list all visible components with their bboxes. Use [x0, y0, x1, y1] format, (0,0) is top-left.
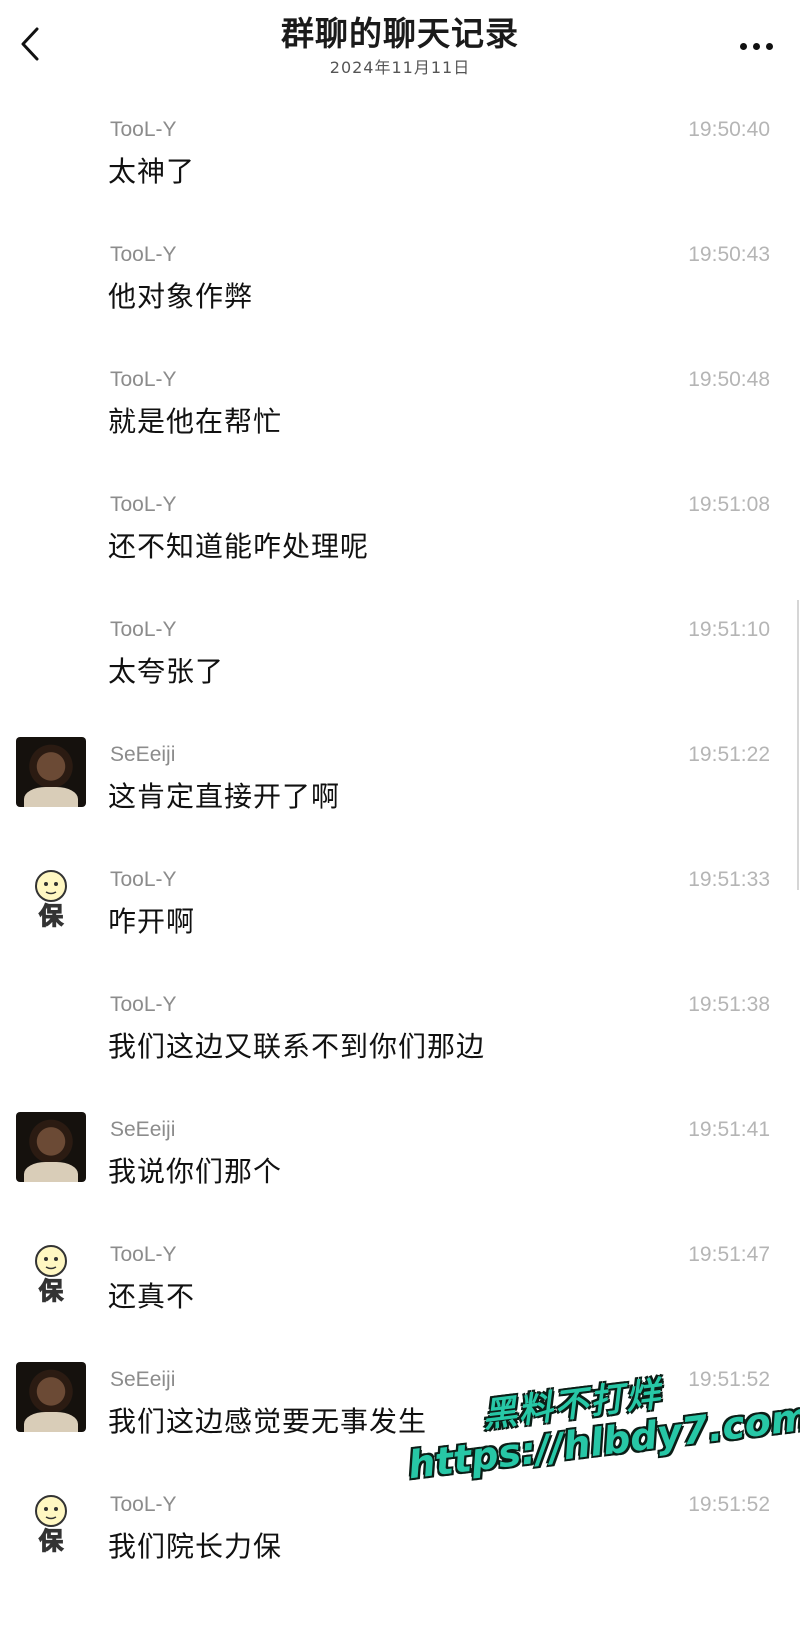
message-item[interactable]: TooL-Y 19:51:10 太夸张了 — [0, 618, 800, 743]
message-sender: TooL-Y — [110, 1243, 177, 1266]
message-text: 我们院长力保 — [108, 1530, 283, 1563]
message-item[interactable]: SeEeiji 19:51:22 这肯定直接开了啊 — [0, 737, 800, 868]
message-item[interactable]: 保 TooL-Y 19:51:47 还真不 — [0, 1243, 800, 1368]
avatar[interactable]: 保 — [16, 862, 86, 932]
message-sender: SeEeiji — [110, 1368, 176, 1391]
message-sender: SeEeiji — [110, 1118, 176, 1141]
more-dots-icon — [737, 35, 776, 54]
avatar[interactable]: 保 — [16, 1237, 86, 1307]
sticker-avatar-icon: 保 — [35, 870, 67, 931]
more-button[interactable] — [734, 26, 778, 62]
message-item[interactable]: TooL-Y 19:51:08 还不知道能咋处理呢 — [0, 493, 800, 618]
message-text: 我说你们那个 — [108, 1155, 283, 1188]
avatar[interactable] — [16, 1112, 86, 1182]
message-time: 19:50:43 — [688, 243, 770, 266]
avatar[interactable] — [16, 737, 86, 807]
message-time: 19:51:08 — [688, 493, 770, 516]
message-sender: TooL-Y — [110, 368, 177, 391]
message-text: 太夸张了 — [108, 655, 225, 688]
message-time: 19:50:48 — [688, 368, 770, 391]
sticker-avatar-icon: 保 — [35, 1245, 67, 1306]
message-sender: SeEeiji — [110, 743, 176, 766]
svg-text:保: 保 — [38, 1527, 64, 1555]
message-item[interactable]: TooL-Y 19:50:40 太神了 — [0, 118, 800, 243]
message-time: 19:51:47 — [688, 1243, 770, 1266]
message-text: 就是他在帮忙 — [108, 405, 283, 438]
message-time: 19:51:10 — [688, 618, 770, 641]
message-sender: TooL-Y — [110, 118, 177, 141]
avatar[interactable] — [16, 1362, 86, 1432]
message-item[interactable]: TooL-Y 19:50:43 他对象作弊 — [0, 243, 800, 368]
message-text: 咋开啊 — [108, 905, 196, 938]
message-item[interactable]: SeEeiji 19:51:41 我说你们那个 — [0, 1112, 800, 1243]
message-time: 19:51:33 — [688, 868, 770, 891]
message-text: 还不知道能咋处理呢 — [108, 530, 370, 563]
message-sender: TooL-Y — [110, 493, 177, 516]
message-time: 19:51:38 — [688, 993, 770, 1016]
page-title: 群聊的聊天记录 — [281, 14, 519, 53]
message-item[interactable]: 保 TooL-Y 19:51:52 我们院长力保 — [0, 1493, 800, 1618]
message-text: 这肯定直接开了啊 — [108, 780, 341, 813]
svg-text:保: 保 — [38, 902, 64, 930]
message-item[interactable]: TooL-Y 19:51:38 我们这边又联系不到你们那边 — [0, 993, 800, 1118]
sticker-avatar-icon: 保 — [35, 1495, 67, 1556]
message-time: 19:51:52 — [688, 1493, 770, 1516]
message-item[interactable]: TooL-Y 19:50:48 就是他在帮忙 — [0, 368, 800, 493]
message-text: 我们这边又联系不到你们那边 — [108, 1030, 486, 1063]
message-text: 还真不 — [108, 1280, 196, 1313]
message-sender: TooL-Y — [110, 618, 177, 641]
page-date: 2024年11月11日 — [329, 58, 471, 77]
message-text: 他对象作弊 — [108, 280, 254, 313]
svg-text:保: 保 — [38, 1277, 64, 1305]
message-text: 我们这边感觉要无事发生 — [108, 1405, 428, 1438]
message-text: 太神了 — [108, 155, 196, 188]
message-time: 19:51:41 — [688, 1118, 770, 1141]
message-sender: TooL-Y — [110, 868, 177, 891]
message-time: 19:50:40 — [688, 118, 770, 141]
message-sender: TooL-Y — [110, 243, 177, 266]
message-sender: TooL-Y — [110, 1493, 177, 1516]
scrollbar[interactable] — [797, 600, 799, 890]
chat-header: 群聊的聊天记录 2024年11月11日 — [0, 0, 800, 90]
message-time: 19:51:22 — [688, 743, 770, 766]
message-sender: TooL-Y — [110, 993, 177, 1016]
message-item[interactable]: 保 TooL-Y 19:51:33 咋开啊 — [0, 868, 800, 993]
avatar[interactable]: 保 — [16, 1487, 86, 1557]
